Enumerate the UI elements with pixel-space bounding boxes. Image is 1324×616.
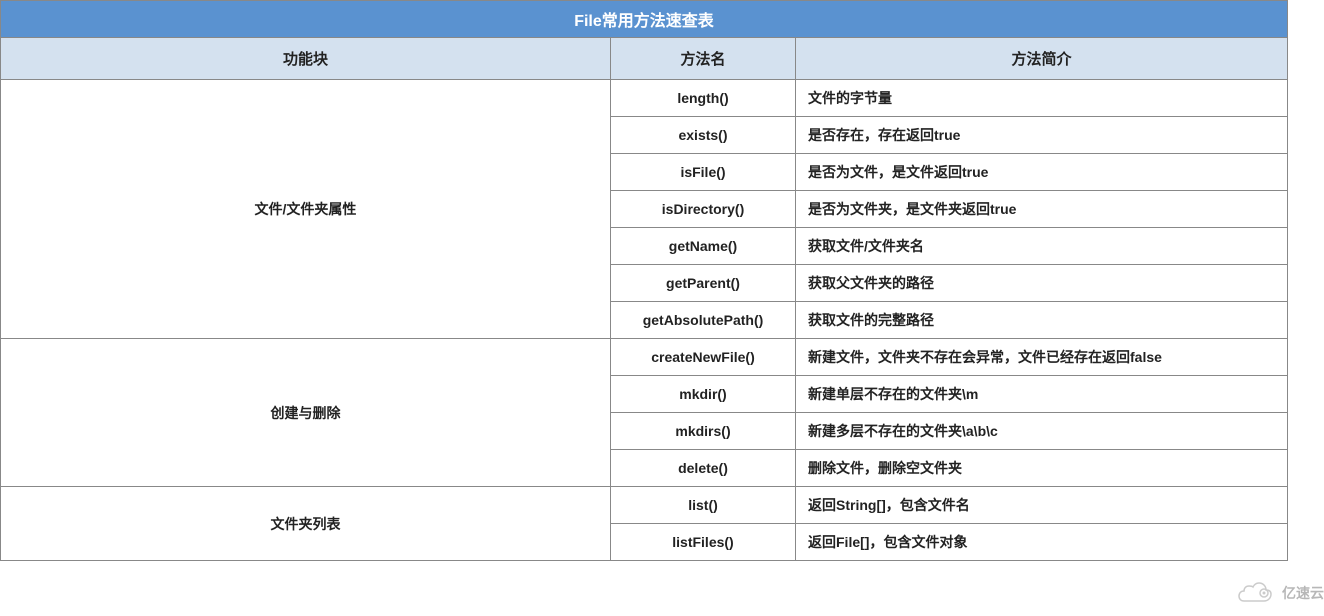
description-cell: 获取文件/文件夹名 [796, 228, 1288, 265]
file-methods-table: File常用方法速查表 功能块 方法名 方法简介 文件/文件夹属性length(… [0, 0, 1288, 561]
method-cell: listFiles() [611, 524, 796, 561]
description-cell: 新建文件，文件夹不存在会异常，文件已经存在返回false [796, 339, 1288, 376]
header-method: 方法名 [611, 38, 796, 80]
watermark: 亿速云 [1236, 580, 1324, 606]
group-cell: 文件夹列表 [1, 487, 611, 561]
description-cell: 删除文件，删除空文件夹 [796, 450, 1288, 487]
method-cell: mkdir() [611, 376, 796, 413]
description-cell: 新建多层不存在的文件夹\a\b\c [796, 413, 1288, 450]
method-cell: getName() [611, 228, 796, 265]
header-group: 功能块 [1, 38, 611, 80]
method-cell: isFile() [611, 154, 796, 191]
description-cell: 获取文件的完整路径 [796, 302, 1288, 339]
table-container: File常用方法速查表 功能块 方法名 方法简介 文件/文件夹属性length(… [0, 0, 1324, 561]
group-cell: 创建与删除 [1, 339, 611, 487]
description-cell: 返回String[]，包含文件名 [796, 487, 1288, 524]
method-cell: delete() [611, 450, 796, 487]
method-cell: getParent() [611, 265, 796, 302]
cloud-logo-icon [1236, 580, 1276, 606]
header-description: 方法简介 [796, 38, 1288, 80]
description-cell: 新建单层不存在的文件夹\m [796, 376, 1288, 413]
table-row: 文件/文件夹属性length()文件的字节量 [1, 80, 1288, 117]
description-cell: 返回File[]，包含文件对象 [796, 524, 1288, 561]
title-row: File常用方法速查表 [1, 1, 1288, 38]
description-cell: 是否为文件，是文件返回true [796, 154, 1288, 191]
method-cell: length() [611, 80, 796, 117]
table-title: File常用方法速查表 [1, 1, 1288, 38]
method-cell: isDirectory() [611, 191, 796, 228]
method-cell: list() [611, 487, 796, 524]
description-cell: 文件的字节量 [796, 80, 1288, 117]
description-cell: 是否存在，存在返回true [796, 117, 1288, 154]
method-cell: mkdirs() [611, 413, 796, 450]
method-cell: exists() [611, 117, 796, 154]
header-row: 功能块 方法名 方法简介 [1, 38, 1288, 80]
description-cell: 获取父文件夹的路径 [796, 265, 1288, 302]
description-cell: 是否为文件夹，是文件夹返回true [796, 191, 1288, 228]
method-cell: getAbsolutePath() [611, 302, 796, 339]
method-cell: createNewFile() [611, 339, 796, 376]
group-cell: 文件/文件夹属性 [1, 80, 611, 339]
table-row: 文件夹列表list()返回String[]，包含文件名 [1, 487, 1288, 524]
table-row: 创建与删除createNewFile()新建文件，文件夹不存在会异常，文件已经存… [1, 339, 1288, 376]
watermark-brand: 亿速云 [1282, 583, 1324, 603]
